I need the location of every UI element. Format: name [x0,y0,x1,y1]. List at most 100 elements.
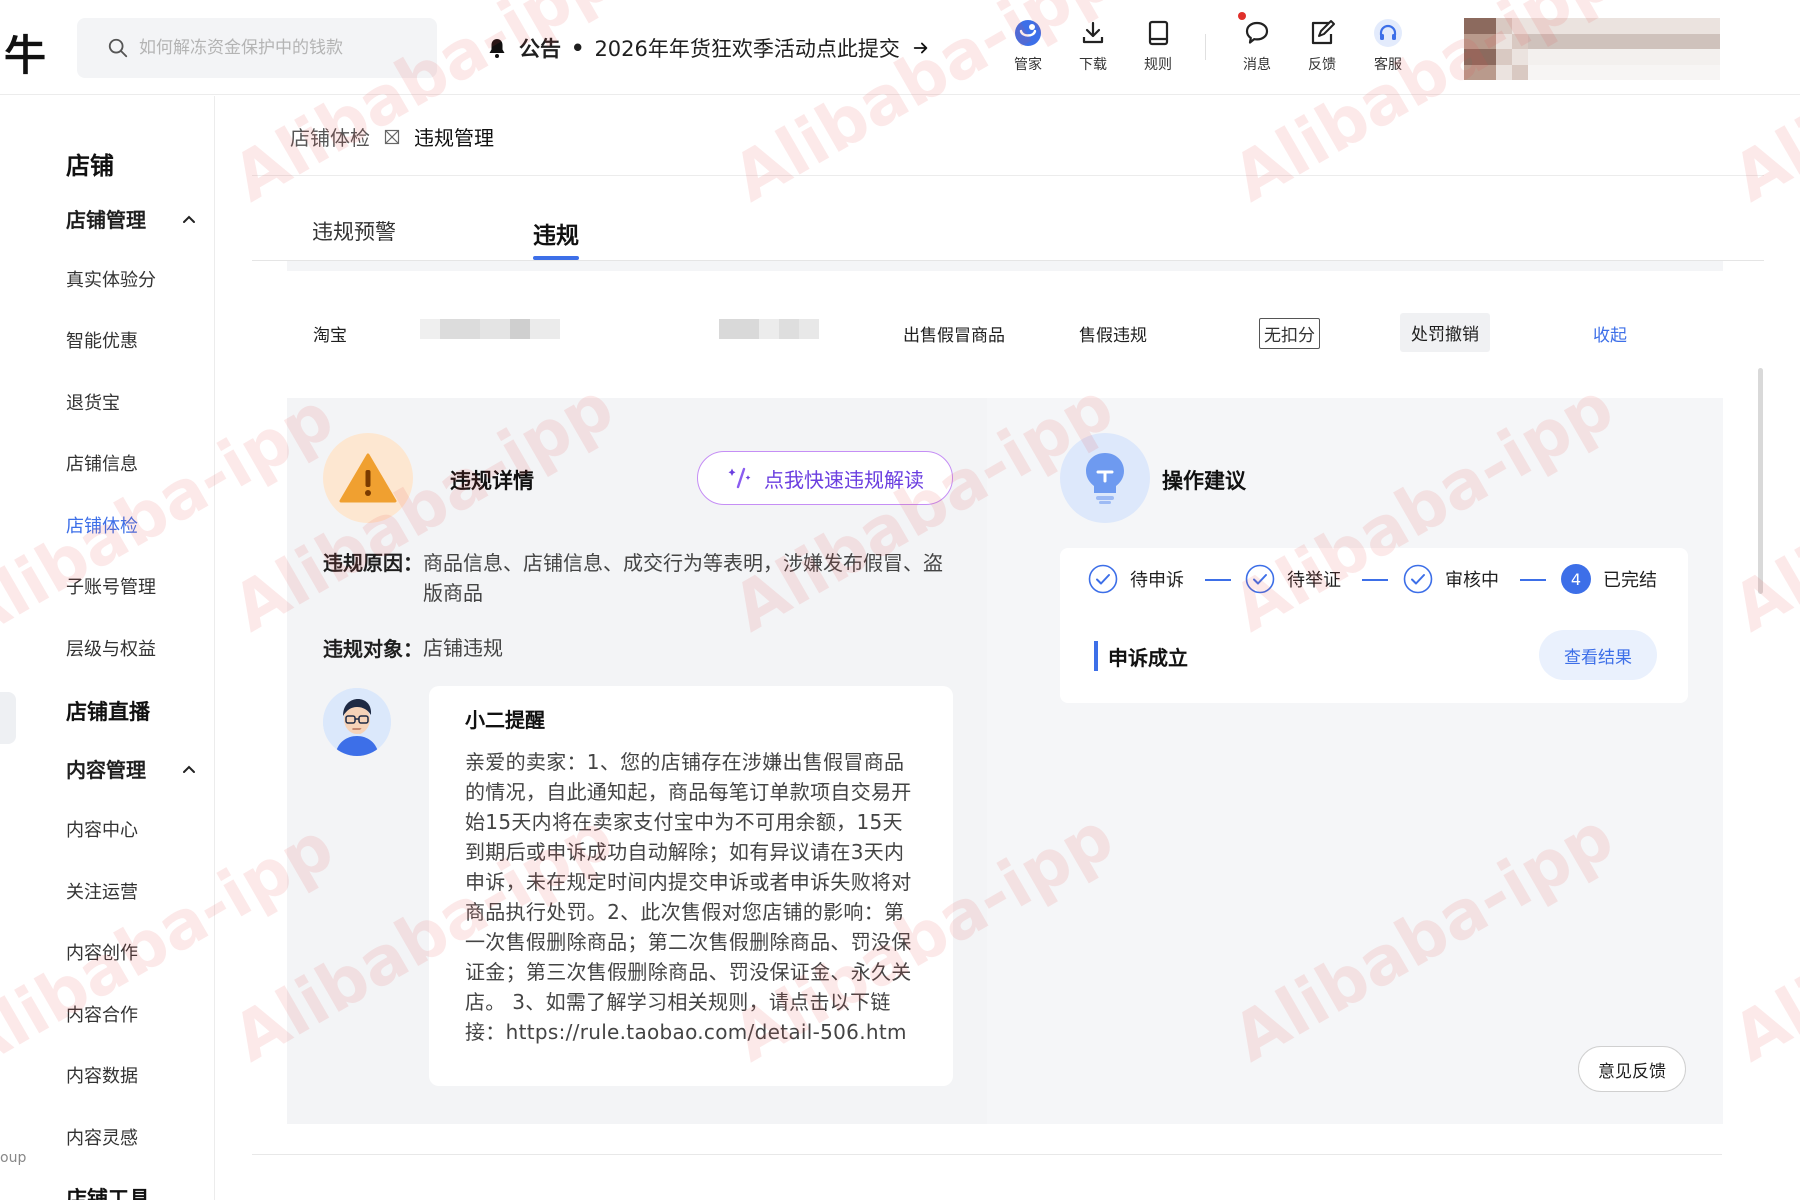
breadcrumb-parent[interactable]: 店铺体检 [290,122,370,151]
lightbulb-icon [1086,453,1124,504]
target-label: 违规对象： [323,637,423,661]
advice-badge [1060,433,1150,523]
toolbar-rules[interactable]: 规则 [1128,18,1188,74]
ai-button-label: 点我快速违规解读 [764,467,924,492]
top-bar: 牛 公告 • 2026年年货狂欢季活动点此提交 管家 下载 规则 消息 反馈 客… [0,0,1800,95]
sidebar-sub-label: 内容管理 [66,758,146,782]
chevron-up-icon [183,215,195,223]
step-under-review: 审核中 [1403,564,1499,594]
table-header-strip [287,261,1723,271]
rules-label: 规则 [1144,57,1172,73]
sidebar-item-store-info[interactable]: 店铺信息 [66,450,138,476]
sidebar-item-content-center[interactable]: 内容中心 [66,816,138,842]
penalty-status-tag: 处罚撤销 [1400,313,1490,352]
sidebar-item-return-treasure[interactable]: 退货宝 [66,389,120,415]
step-label: 待举证 [1287,570,1341,591]
redacted-id [420,319,560,339]
download-icon [1082,21,1104,44]
advice-column: 操作建议 待申诉 待举证 审核中 4 已完结 申诉成立 查看结果 [1024,398,1723,1124]
appeal-result-title: 申诉成立 [1108,646,1188,670]
toolbar-service[interactable]: 客服 [1358,18,1418,74]
ai-quick-explain-button[interactable]: 点我快速违规解读 [697,451,953,505]
check-circle-icon [1088,564,1118,594]
breadcrumb-separator-icon [384,129,400,144]
sidebar-item-follow-ops[interactable]: 关注运营 [66,878,138,904]
step-pending-appeal: 待申诉 [1088,564,1184,594]
account-avatar-redacted[interactable] [1464,18,1720,80]
violation-detail-panel: 违规详情 点我快速违规解读 违规原因： 商品信息、店铺信息、成交行为等表明，涉嫌… [287,398,1723,1124]
unread-dot [1238,12,1246,20]
sidebar-group-tools[interactable]: 店铺工具 [66,1183,150,1200]
assistant-avatar [323,688,391,756]
reason-label: 违规原因： [323,551,423,575]
feedback-button[interactable]: 意见反馈 [1578,1046,1686,1092]
sidebar-item-sub-accounts[interactable]: 子账号管理 [66,573,156,599]
check-circle-icon [1245,564,1275,594]
appeal-progress-card: 待申诉 待举证 审核中 4 已完结 申诉成立 查看结果 [1060,548,1688,703]
butler-label: 管家 [1014,57,1042,73]
sidebar-item-smart-discount[interactable]: 智能优惠 [66,327,138,353]
breadcrumb: 店铺体检 违规管理 [290,122,494,151]
download-label: 下载 [1079,57,1107,73]
side-label-fragment: oup [0,1150,27,1166]
tab-violation-warning[interactable]: 违规预警 [312,216,396,246]
search-input[interactable] [139,38,429,58]
view-result-button[interactable]: 查看结果 [1539,630,1657,680]
sidebar-group-store: 店铺 [66,152,114,180]
step-label: 已完结 [1603,570,1657,591]
sidebar-item-levels-rights[interactable]: 层级与权益 [66,635,156,661]
search-box[interactable] [77,18,437,78]
sidebar-item-content-data[interactable]: 内容数据 [66,1062,138,1088]
sidebar-item-real-experience[interactable]: 真实体验分 [66,266,156,292]
toolbar-feedback[interactable]: 反馈 [1292,18,1352,74]
reason-text: 商品信息、店铺信息、成交行为等表明，涉嫌发布假冒、盗版商品 [423,551,943,605]
violation-row: 淘宝 出售假冒商品 售假违规 无扣分 处罚撤销 收起 [287,305,1723,360]
step-connector [1205,579,1231,581]
announcement-dot: • [571,36,585,60]
toolbar-download[interactable]: 下载 [1063,18,1123,74]
breadcrumb-current: 违规管理 [414,126,494,150]
arrow-right-icon [913,42,928,54]
violation-platform: 淘宝 [313,326,347,346]
tab-violation[interactable]: 违规 [533,216,579,250]
divider [252,175,1764,176]
redacted-date [719,319,819,339]
target-text: 店铺违规 [423,636,503,660]
feedback-label: 反馈 [1308,57,1336,73]
toolbar-butler[interactable]: 管家 [998,18,1058,74]
sidebar-item-content-inspiration[interactable]: 内容灵感 [66,1124,138,1150]
step-label: 审核中 [1445,570,1499,591]
announcement-text[interactable]: 2026年年货狂欢季活动点此提交 [594,33,899,63]
step-connector [1520,579,1546,581]
sidebar-sub-store-management[interactable]: 店铺管理 [66,204,196,233]
step-completed: 4 已完结 [1561,564,1657,594]
deduct-points-tag: 无扣分 [1259,318,1320,349]
sidebar-item-content-create[interactable]: 内容创作 [66,939,138,965]
collapse-link[interactable]: 收起 [1593,321,1627,346]
reminder-body: 亲爱的卖家：1、您的店铺存在涉嫌出售假冒商品的情况，自此通知起，商品每笔订单款项… [465,750,912,1044]
chevron-up-icon [183,765,195,773]
sidebar-item-store-checkup[interactable]: 店铺体检 [66,512,138,538]
reminder-title: 小二提醒 [465,708,545,732]
step-connector [1362,579,1388,581]
sidebar-group-live[interactable]: 店铺直播 [66,696,150,726]
sidebar-item-content-coop[interactable]: 内容合作 [66,1001,138,1027]
sidebar-sub-content-management[interactable]: 内容管理 [66,754,196,783]
app-logo[interactable]: 牛 [4,22,46,83]
service-label: 客服 [1374,57,1402,73]
step-number-badge: 4 [1561,564,1591,594]
violation-category: 售假违规 [1079,326,1147,346]
result-accent-bar [1094,641,1098,671]
sidebar: 店铺 店铺管理 真实体验分 智能优惠 退货宝 店铺信息 店铺体检 子账号管理 层… [0,96,215,1200]
toolbar-messages[interactable]: 消息 [1227,12,1287,74]
scrollbar-thumb[interactable] [1758,368,1763,594]
messages-label: 消息 [1243,57,1271,73]
bell-icon [489,39,505,58]
message-bubble-icon [1245,21,1269,44]
sidebar-sub-label: 店铺管理 [66,208,146,232]
sidebar-collapse-handle[interactable] [0,692,16,744]
search-icon [108,38,128,58]
butler-icon [1015,20,1041,46]
announcement[interactable]: 公告 • 2026年年货狂欢季活动点此提交 [485,28,930,68]
warning-icon [339,453,397,503]
